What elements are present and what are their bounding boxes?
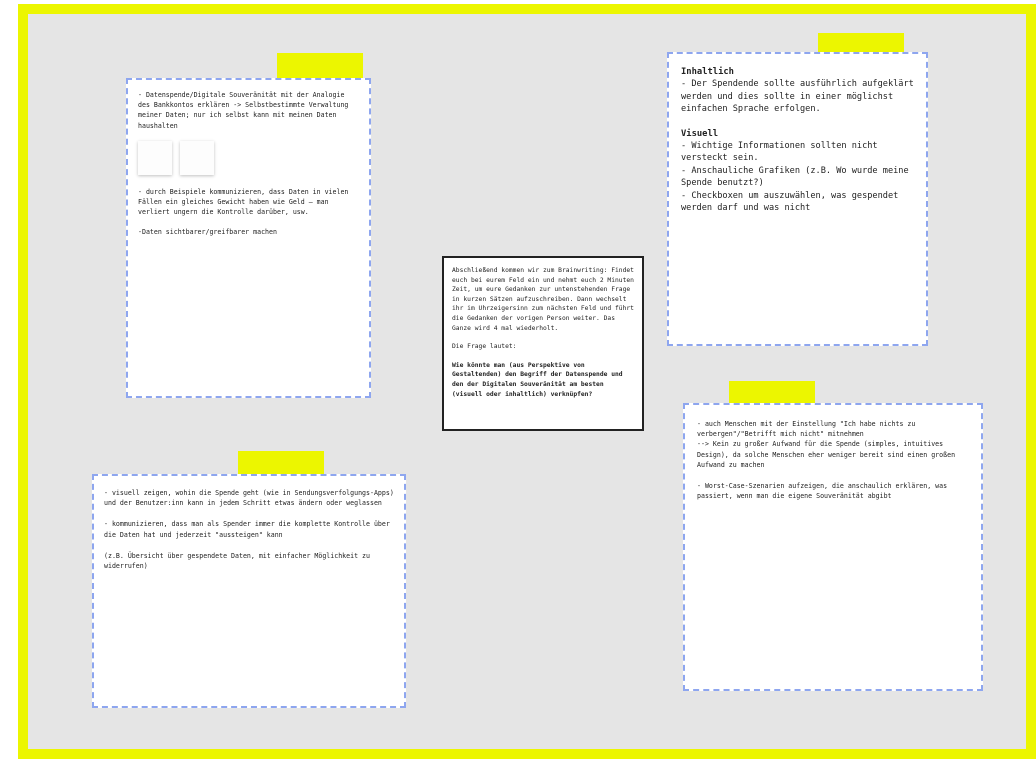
- instructions-box[interactable]: Abschließend kommen wir zum Brainwriting…: [442, 256, 644, 431]
- card-text: -Daten sichtbarer/greifbarer machen: [138, 228, 277, 237]
- brainwriting-card-bottom-left[interactable]: - visuell zeigen, wohin die Spende geht …: [92, 474, 406, 708]
- card-text: - durch Beispiele kommunizieren, dass Da…: [138, 187, 349, 217]
- section-heading: Inhaltlich: [681, 67, 734, 77]
- brainwriting-card-bottom-right[interactable]: - auch Menschen mit der Einstellung "Ich…: [683, 403, 983, 691]
- instructions-text: Abschließend kommen wir zum Brainwriting…: [452, 267, 634, 332]
- card-text: - Der Spendende sollte ausführlich aufge…: [681, 79, 914, 115]
- card-text: - visuell zeigen, wohin die Spende geht …: [104, 489, 394, 508]
- brainwriting-card-top-right[interactable]: Inhaltlich - Der Spendende sollte ausfüh…: [667, 52, 928, 346]
- question-label: Die Frage lautet:: [452, 343, 517, 351]
- mini-sticky-note[interactable]: [180, 140, 214, 175]
- card-text: - auch Menschen mit der Einstellung "Ich…: [697, 420, 956, 469]
- name-tag-top-left[interactable]: [277, 53, 363, 79]
- brainwriting-card-top-left[interactable]: - Datenspende/Digitale Souveränität mit …: [126, 78, 371, 398]
- question-text: Wie könnte man (aus Perspektive von Gest…: [452, 361, 623, 398]
- card-text: - Worst-Case-Szenarien aufzeigen, die an…: [697, 482, 948, 501]
- card-text: (z.B. Übersicht über gespendete Daten, m…: [104, 551, 370, 571]
- card-text: - Datenspende/Digitale Souveränität mit …: [138, 91, 349, 130]
- mini-notes-group: [138, 140, 359, 175]
- card-text: - kommunizieren, dass man als Spender im…: [104, 520, 390, 539]
- section-heading: Visuell: [681, 128, 719, 139]
- card-text: - Wichtige Informationen sollten nicht v…: [681, 141, 909, 214]
- mini-sticky-note[interactable]: [138, 140, 172, 175]
